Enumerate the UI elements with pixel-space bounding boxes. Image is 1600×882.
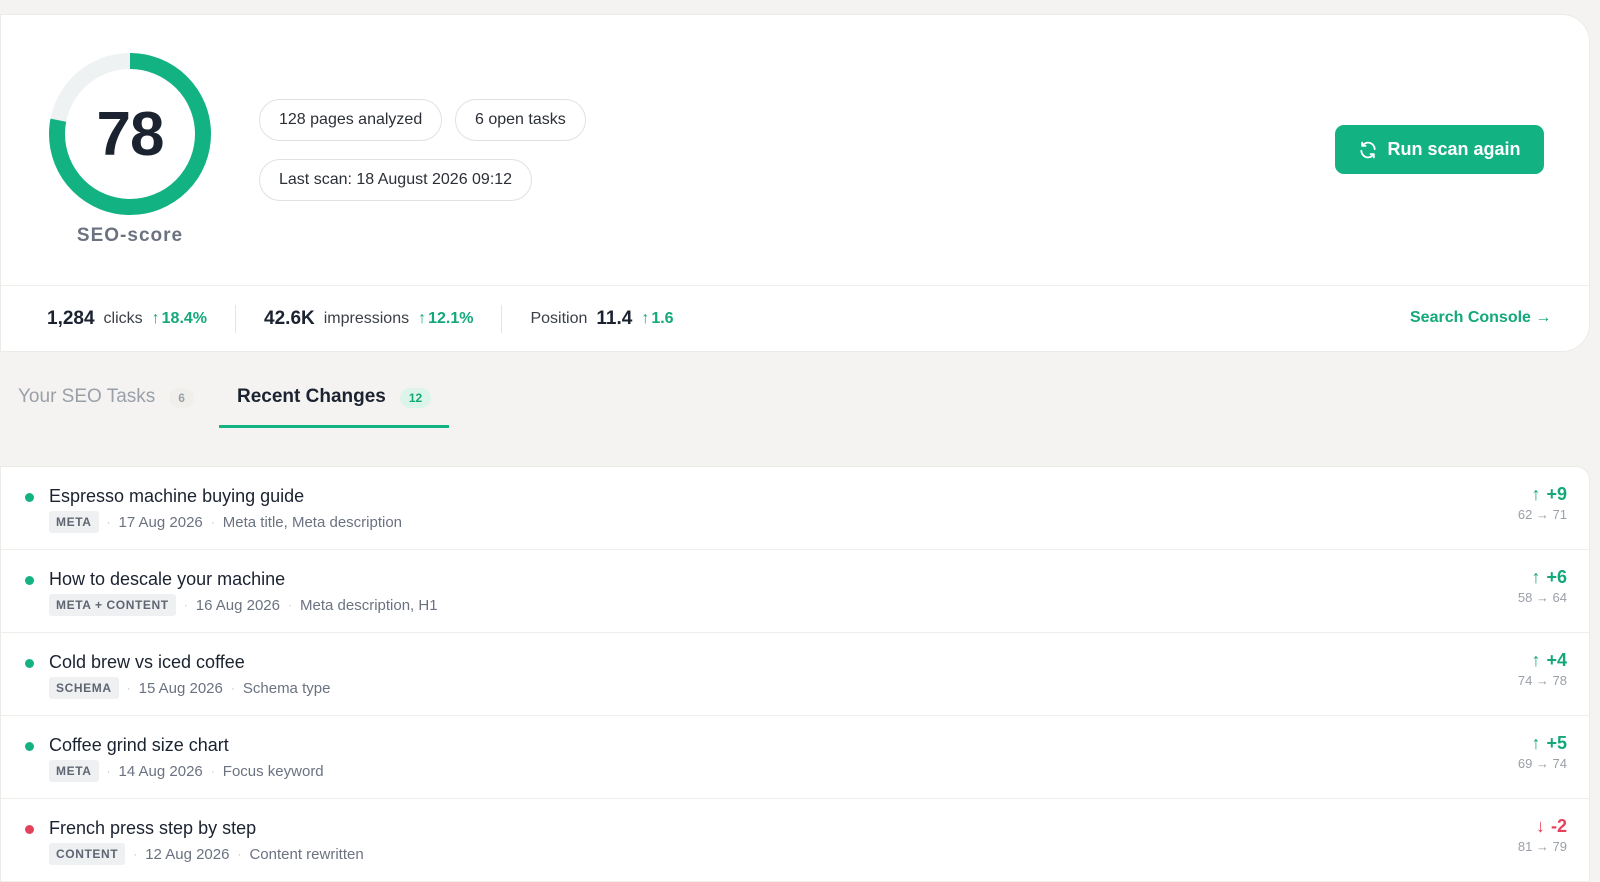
score-delta: +9 (1546, 484, 1567, 504)
seo-score-value: 78 (96, 99, 165, 169)
score-delta: -2 (1550, 816, 1567, 836)
score-range: 69 → 74 (1517, 756, 1567, 771)
status-dot (25, 825, 34, 834)
clicks-value: 1,284 (47, 308, 95, 329)
clicks-delta: ↑ 18.4% (152, 310, 207, 328)
arrow-up-icon: ↑ (1531, 733, 1541, 753)
change-date: 15 Aug 2026 (138, 679, 223, 697)
impressions-value: 42.6K (264, 308, 315, 329)
run-scan-again-label: Run scan again (1387, 139, 1521, 159)
change-date: 14 Aug 2026 (118, 762, 203, 780)
metric-impressions: 42.6K impressions ↑ 12.1% (264, 308, 473, 330)
card-divider (1, 285, 1589, 286)
score-change: ↓ -2 81 → 79 (1518, 816, 1567, 854)
score-change: ↑ +5 69 → 74 (1518, 733, 1567, 771)
arrow-up-icon: ↑ (1531, 650, 1541, 670)
change-fields: Meta title, Meta description (222, 513, 403, 531)
tab-count-badge: 6 (169, 388, 194, 408)
status-dot (25, 576, 34, 585)
change-meta: META · 17 Aug 2026 · Meta title, Meta de… (49, 511, 402, 533)
position-label: Position (530, 310, 588, 327)
change-meta: CONTENT · 12 Aug 2026 · Content rewritte… (49, 843, 364, 865)
seo-overview-card: 78 SEO-score 128 pages analyzed 6 open t… (0, 14, 1590, 352)
clicks-label: clicks (103, 310, 143, 327)
impressions-label: impressions (323, 310, 410, 327)
tab-your-seo-tasks[interactable]: Your SEO Tasks 6 (18, 386, 194, 426)
change-fields: Content rewritten (249, 845, 364, 863)
change-meta: SCHEMA · 15 Aug 2026 · Schema type (49, 677, 330, 699)
refresh-icon (1358, 140, 1378, 160)
score-range: 58 → 64 (1517, 590, 1567, 605)
metric-divider (235, 305, 237, 333)
arrow-up-icon: ↑ (1531, 484, 1541, 504)
change-type-tag: SCHEMA (49, 677, 119, 699)
change-date: 12 Aug 2026 (145, 845, 230, 863)
clicks-delta-value: 18.4% (161, 310, 208, 327)
position-delta: ↑ 1.6 (641, 310, 673, 328)
change-type-tag: META (49, 511, 99, 533)
impressions-delta-value: 12.1% (428, 310, 474, 327)
seo-score-gauge: 78 (47, 51, 213, 217)
pages-analyzed-chip: 128 pages analyzed (259, 99, 443, 141)
list-item[interactable]: French press step by step CONTENT · 12 A… (1, 799, 1589, 882)
change-date: 17 Aug 2026 (118, 513, 203, 531)
change-type-tag: META + CONTENT (49, 594, 176, 616)
change-title: Coffee grind size chart (49, 735, 229, 755)
tab-count-badge: 12 (399, 388, 432, 408)
search-console-link[interactable]: Search Console → (1410, 309, 1551, 327)
change-type-tag: META (49, 760, 99, 782)
score-range: 62 → 71 (1517, 507, 1567, 522)
active-tab-indicator (219, 425, 449, 428)
arrow-up-icon: ↑ (151, 310, 160, 327)
score-change: ↑ +6 58 → 64 (1518, 567, 1567, 605)
run-scan-again-button[interactable]: Run scan again (1335, 125, 1544, 174)
score-change: ↑ +4 74 → 78 (1518, 650, 1567, 688)
change-title: How to descale your machine (49, 569, 286, 589)
change-type-tag: CONTENT (49, 843, 126, 865)
status-dot (25, 493, 34, 502)
change-meta: META + CONTENT · 16 Aug 2026 · Meta desc… (49, 594, 438, 616)
arrow-up-icon: ↑ (641, 310, 650, 327)
metric-position: Position 11.4 ↑ 1.6 (530, 308, 673, 330)
list-item[interactable]: Espresso machine buying guide META · 17 … (1, 467, 1589, 550)
change-title: Espresso machine buying guide (49, 486, 305, 506)
recent-changes-list: Espresso machine buying guide META · 17 … (0, 466, 1590, 882)
arrow-down-icon: ↓ (1535, 816, 1545, 836)
change-title: Cold brew vs iced coffee (49, 652, 245, 672)
list-item[interactable]: Cold brew vs iced coffee SCHEMA · 15 Aug… (1, 633, 1589, 716)
impressions-delta: ↑ 12.1% (418, 310, 473, 328)
change-title: French press step by step (49, 818, 257, 838)
change-meta: META · 14 Aug 2026 · Focus keyword (49, 760, 324, 782)
change-fields: Focus keyword (222, 762, 324, 780)
change-fields: Schema type (242, 679, 331, 697)
position-value: 11.4 (596, 308, 633, 329)
tab-label: Your SEO Tasks (18, 386, 156, 407)
position-delta-value: 1.6 (651, 310, 674, 327)
status-dot (25, 742, 34, 751)
metric-clicks: 1,284 clicks ↑ 18.4% (47, 308, 207, 330)
change-fields: Meta description, H1 (300, 596, 438, 614)
score-range: 81 → 79 (1517, 839, 1567, 854)
list-item[interactable]: How to descale your machine META + CONTE… (1, 550, 1589, 633)
seo-score-label: SEO-score (76, 225, 184, 246)
arrow-up-icon: ↑ (418, 310, 427, 327)
change-date: 16 Aug 2026 (195, 596, 280, 614)
open-tasks-chip: 6 open tasks (455, 99, 586, 141)
metrics-row: 1,284 clicks ↑ 18.4% 42.6K impressions ↑… (47, 299, 674, 339)
score-delta: +5 (1546, 733, 1567, 753)
score-change: ↑ +9 62 → 71 (1518, 484, 1567, 522)
last-scan-chip: Last scan: 18 August 2026 09:12 (259, 159, 533, 201)
score-delta: +4 (1546, 650, 1567, 670)
tab-label: Recent Changes (237, 386, 386, 407)
score-range: 74 → 78 (1517, 673, 1567, 688)
score-delta: +6 (1546, 567, 1567, 587)
list-item[interactable]: Coffee grind size chart META · 14 Aug 20… (1, 716, 1589, 799)
metric-divider (501, 305, 503, 333)
status-dot (25, 659, 34, 668)
tab-recent-changes[interactable]: Recent Changes 12 (237, 386, 432, 426)
arrow-up-icon: ↑ (1531, 567, 1541, 587)
